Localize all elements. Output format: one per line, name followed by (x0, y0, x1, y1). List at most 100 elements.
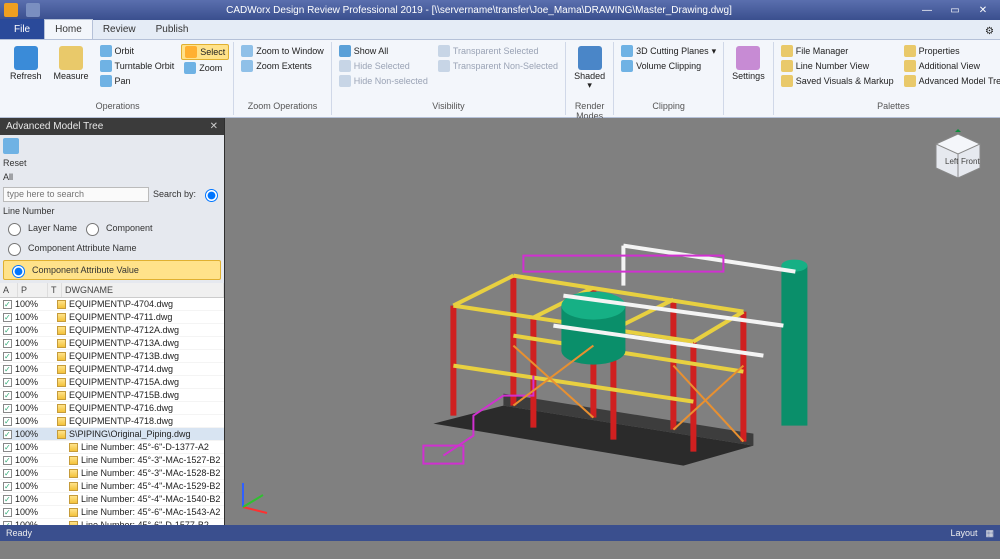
volume-clip-button[interactable]: Volume Clipping (618, 59, 719, 73)
checkbox[interactable] (3, 300, 12, 309)
model-tree[interactable]: A P T DWGNAME 100% EQUIPMENT\P-4704.dwg … (0, 283, 224, 525)
showall-button[interactable]: Show All (336, 44, 431, 58)
layer-icon (57, 326, 66, 335)
checkbox[interactable] (3, 456, 12, 465)
tree-icon (904, 75, 916, 87)
checkbox[interactable] (3, 404, 12, 413)
layer-icon (57, 313, 66, 322)
status-layout[interactable]: Layout (950, 528, 977, 539)
additional-view-button[interactable]: Additional View (901, 59, 1000, 73)
tsel-button[interactable]: Transparent Selected (435, 44, 561, 58)
tree-row[interactable]: 100% EQUIPMENT\P-4711.dwg (0, 311, 224, 324)
tab-file[interactable]: File (0, 19, 44, 39)
hidenonsel-button[interactable]: Hide Non-selected (336, 74, 431, 88)
advanced-model-tree-button[interactable]: Advanced Model Tree (901, 74, 1000, 88)
opacity-value: 100% (15, 390, 45, 400)
tree-row[interactable]: 100% EQUIPMENT\P-4714.dwg (0, 363, 224, 376)
checkbox[interactable] (3, 469, 12, 478)
refresh-icon (14, 46, 38, 70)
checkbox[interactable] (3, 482, 12, 491)
tree-row[interactable]: 100% EQUIPMENT\P-4713A.dwg (0, 337, 224, 350)
checkbox[interactable] (3, 443, 12, 452)
comp-attr-name-label: Component Attribute Name (28, 243, 137, 253)
pan-button[interactable]: Pan (97, 74, 178, 88)
turntable-button[interactable]: Turntable Orbit (97, 59, 178, 73)
checkbox[interactable] (3, 495, 12, 504)
search-input[interactable] (3, 187, 149, 202)
group-label: Clipping (618, 101, 719, 113)
refresh-button[interactable]: Refresh (6, 44, 46, 83)
saved-visuals-button[interactable]: Saved Visuals & Markup (778, 74, 897, 88)
tab-home[interactable]: Home (44, 19, 93, 39)
checkbox[interactable] (3, 326, 12, 335)
save-icon (781, 75, 793, 87)
tree-row[interactable]: 100% Line Number: 45°-6"-D-1377-A2 (0, 441, 224, 454)
tree-row[interactable]: 100% EQUIPMENT\P-4704.dwg (0, 298, 224, 311)
layer-icon (69, 456, 78, 465)
shaded-button[interactable]: Shaded ▾ (570, 44, 609, 92)
zoom-extents-button[interactable]: Zoom Extents (238, 59, 327, 73)
orbit-button[interactable]: Orbit (97, 44, 178, 58)
checkbox[interactable] (3, 313, 12, 322)
checkbox[interactable] (3, 339, 12, 348)
line-number-view-button[interactable]: Line Number View (778, 59, 897, 73)
settings-button[interactable]: Settings (728, 44, 769, 83)
hidesel-button[interactable]: Hide Selected (336, 59, 431, 73)
zoom-window-button[interactable]: Zoom to Window (238, 44, 327, 58)
checkbox[interactable] (3, 352, 12, 361)
measure-button[interactable]: Measure (50, 44, 93, 83)
tree-row[interactable]: 100% Line Number: 45°-4"-MAc-1529-B2 (0, 480, 224, 493)
checkbox[interactable] (3, 417, 12, 426)
tree-row[interactable]: 100% Line Number: 45°-6"-D-1577-B2 (0, 519, 224, 525)
help-icon[interactable]: ⚙ (979, 24, 1000, 39)
checkbox[interactable] (3, 391, 12, 400)
minimize-button[interactable]: — (914, 2, 940, 18)
tree-row[interactable]: 100% Line Number: 45°-6"-MAc-1543-A2 (0, 506, 224, 519)
line-number-radio[interactable] (205, 189, 218, 202)
checkbox[interactable] (3, 365, 12, 374)
tab-review[interactable]: Review (93, 19, 146, 39)
tree-row[interactable]: 100% EQUIPMENT\P-4712A.dwg (0, 324, 224, 337)
checkbox[interactable] (3, 378, 12, 387)
view-cube[interactable]: Left Front (928, 126, 988, 186)
component-radio[interactable] (86, 223, 99, 236)
tree-row[interactable]: 100% EQUIPMENT\P-4713B.dwg (0, 350, 224, 363)
opacity-value: 100% (15, 364, 45, 374)
tree-row[interactable]: 100% Line Number: 45°-3"-MAc-1527-B2 (0, 454, 224, 467)
tree-row[interactable]: 100% EQUIPMENT\P-4716.dwg (0, 402, 224, 415)
comp-attr-name-radio[interactable] (8, 243, 21, 256)
3d-viewport[interactable]: Left Front (225, 118, 1000, 525)
status-icon[interactable]: ▦ (985, 528, 994, 539)
qat-button[interactable] (26, 3, 40, 17)
close-button[interactable]: ✕ (970, 2, 996, 18)
checkbox[interactable] (3, 521, 12, 526)
tab-publish[interactable]: Publish (146, 19, 199, 39)
tree-row[interactable]: 100% EQUIPMENT\P-4715B.dwg (0, 389, 224, 402)
tnon-button[interactable]: Transparent Non-Selected (435, 59, 561, 73)
panel-title-bar[interactable]: Advanced Model Tree ✕ (0, 118, 224, 135)
select-button[interactable]: Select (181, 44, 229, 60)
tree-row[interactable]: 100% Line Number: 45°-3"-MAc-1528-B2 (0, 467, 224, 480)
cube-icon[interactable] (3, 138, 19, 154)
row-name: EQUIPMENT\P-4714.dwg (69, 364, 173, 374)
checkbox[interactable] (3, 508, 12, 517)
maximize-button[interactable]: ▭ (942, 2, 968, 18)
advanced-model-tree-panel: Advanced Model Tree ✕ Reset All Search b… (0, 118, 225, 525)
layer-name-radio[interactable] (8, 223, 21, 236)
zoom-button[interactable]: Zoom (181, 61, 229, 75)
tree-row[interactable]: 100% EQUIPMENT\P-4718.dwg (0, 415, 224, 428)
panel-close-icon[interactable]: ✕ (210, 121, 218, 132)
comp-attr-value-radio[interactable] (12, 265, 25, 278)
opacity-value: 100% (15, 429, 45, 439)
tree-row[interactable]: 100% EQUIPMENT\P-4715A.dwg (0, 376, 224, 389)
reset-link[interactable]: Reset (3, 158, 27, 168)
checkbox[interactable] (3, 430, 12, 439)
opacity-value: 100% (15, 338, 45, 348)
file-manager-button[interactable]: File Manager (778, 44, 897, 58)
all-link[interactable]: All (3, 172, 13, 182)
tree-row[interactable]: 100% Line Number: 45°-4"-MAc-1540-B2 (0, 493, 224, 506)
tree-row[interactable]: 100% S\PIPING\Original_Piping.dwg (0, 428, 224, 441)
properties-button[interactable]: Properties (901, 44, 1000, 58)
folder-icon (781, 45, 793, 57)
cutting-planes-button[interactable]: 3D Cutting Planes ▾ (618, 44, 719, 58)
